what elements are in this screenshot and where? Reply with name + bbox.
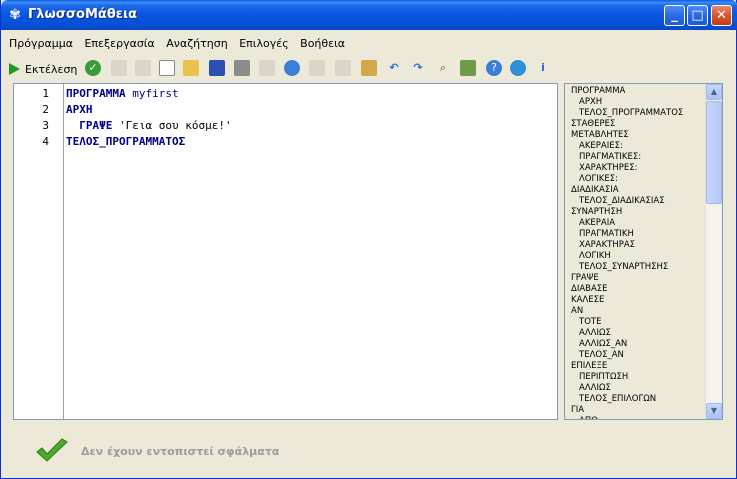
maximize-button[interactable]: □ — [687, 5, 708, 26]
keyword-item[interactable]: ΑΝ — [571, 306, 709, 317]
print-icon[interactable] — [234, 60, 250, 76]
blank-icon[interactable] — [111, 60, 127, 76]
app-gear-icon: ✾ — [9, 7, 21, 23]
keyword-item[interactable]: ΤΕΛΟΣ_ΔΙΑΔΙΚΑΣΙΑΣ — [571, 196, 709, 207]
keyword-item[interactable]: ΔΙΑΔΙΚΑΣΙΑ — [571, 185, 709, 196]
keyword-item[interactable]: ΓΙΑ — [571, 405, 709, 416]
blank-icon[interactable] — [309, 60, 325, 76]
blank-icon[interactable] — [335, 60, 351, 76]
window-title: ΓλωσσοΜάθεια — [28, 7, 138, 22]
globe-icon[interactable] — [510, 60, 526, 76]
code-keyword: ΓΡΑΨΕ — [66, 119, 113, 132]
keyword-item[interactable]: ΑΛΛΙΩΣ — [571, 383, 709, 394]
keyword-item[interactable]: ΤΕΛΟΣ_ΠΡΟΓΡΑΜΜΑΤΟΣ — [571, 108, 709, 119]
run-label: Εκτέλεση — [25, 62, 78, 76]
keyword-item[interactable]: ΓΡΑΨΕ — [571, 273, 709, 284]
keyword-item[interactable]: ΤΕΛΟΣ_ΕΠΙΛΟΓΩΝ — [571, 394, 709, 405]
keyword-item[interactable]: ΑΚΕΡΑΙΕΣ: — [571, 141, 709, 152]
blank-icon[interactable] — [259, 60, 275, 76]
open-folder-icon[interactable] — [183, 60, 199, 76]
play-icon — [9, 63, 20, 75]
success-check-icon — [36, 438, 68, 462]
code-editor[interactable]: 1 2 3 4 ΠΡΟΓΡΑΜΜΑ myfirst ΑΡΧΗ ΓΡΑΨΕ 'Γε… — [13, 83, 558, 420]
code-text: myfirst — [125, 87, 179, 100]
keyword-item[interactable]: ΠΡΑΓΜΑΤΙΚΗ — [571, 229, 709, 240]
code-string: 'Γεια σου κόσμε!' — [112, 119, 232, 132]
menu-program[interactable]: Πρόγραμμα — [5, 33, 77, 50]
scroll-thumb[interactable] — [706, 101, 722, 204]
keyword-item[interactable]: ΤΕΛΟΣ_ΑΝ — [571, 350, 709, 361]
keyword-scrollbar[interactable]: ▲ ▼ — [705, 84, 722, 419]
run-button[interactable]: Εκτέλεση — [9, 60, 77, 78]
save-icon[interactable] — [209, 60, 225, 76]
info-icon[interactable]: i — [535, 60, 551, 76]
menu-bar: Πρόγραμμα Επεξεργασία Αναζήτηση Επιλογές… — [5, 33, 349, 53]
find-icon[interactable]: ⌕ — [435, 60, 451, 76]
close-button[interactable]: ✕ — [711, 5, 732, 26]
menu-search[interactable]: Αναζήτηση — [162, 33, 231, 50]
title-bar[interactable]: ✾ ΓλωσσοΜάθεια _ □ ✕ — [1, 0, 737, 30]
close-icon: ✕ — [716, 8, 727, 23]
menu-options[interactable]: Επιλογές — [235, 33, 292, 50]
keyword-item[interactable]: ΤΟΤΕ — [571, 317, 709, 328]
undo-icon[interactable]: ↶ — [386, 60, 402, 76]
minimize-icon: _ — [671, 8, 678, 23]
code-line[interactable]: ΑΡΧΗ — [66, 103, 93, 116]
keyword-item[interactable]: ΜΕΤΑΒΛΗΤΕΣ — [571, 130, 709, 141]
paste-icon[interactable] — [361, 60, 377, 76]
status-message: Δεν έχουν εντοπιστεί σφάλματα — [81, 444, 280, 458]
scroll-up-button[interactable]: ▲ — [706, 84, 722, 100]
keyword-item[interactable]: ΛΟΓΙΚΕΣ: — [571, 174, 709, 185]
scroll-down-button[interactable]: ▼ — [706, 403, 722, 419]
keyword-item[interactable]: ΧΑΡΑΚΤΗΡΑΣ — [571, 240, 709, 251]
keyword-item[interactable]: ΑΛΛΙΩΣ_ΑΝ — [571, 339, 709, 350]
code-line[interactable]: ΤΕΛΟΣ_ΠΡΟΓΡΑΜΜΑΤΟΣ — [66, 135, 185, 148]
help-icon[interactable]: ? — [486, 60, 502, 76]
keyword-item[interactable]: ΑΠΟ — [571, 416, 709, 419]
code-keyword: ΤΕΛΟΣ_ΠΡΟΓΡΑΜΜΑΤΟΣ — [66, 135, 186, 148]
check-icon[interactable]: ✓ — [85, 60, 101, 76]
blank-icon[interactable] — [135, 60, 151, 76]
line-number: 4 — [42, 135, 49, 148]
keyword-item[interactable]: ΑΡΧΗ — [571, 97, 709, 108]
keyword-item[interactable]: ΕΠΙΛΕΞΕ — [571, 361, 709, 372]
menu-help[interactable]: Βοήθεια — [296, 33, 349, 50]
code-line[interactable]: ΓΡΑΨΕ 'Γεια σου κόσμε!' — [66, 119, 232, 132]
line-number-gutter: 1 2 3 4 — [14, 84, 64, 419]
minimize-button[interactable]: _ — [664, 5, 685, 26]
code-area[interactable]: ΠΡΟΓΡΑΜΜΑ myfirst ΑΡΧΗ ΓΡΑΨΕ 'Γεια σου κ… — [66, 84, 557, 419]
line-number: 3 — [42, 119, 49, 132]
status-bar: Δεν έχουν εντοπιστεί σφάλματα — [35, 438, 279, 464]
menu-edit[interactable]: Επεξεργασία — [80, 33, 158, 50]
code-line[interactable]: ΠΡΟΓΡΑΜΜΑ myfirst — [66, 87, 179, 100]
keyword-item[interactable]: ΣΥΝΑΡΤΗΣΗ — [571, 207, 709, 218]
keyword-item[interactable]: ΤΕΛΟΣ_ΣΥΝΑΡΤΗΣΗΣ — [571, 262, 709, 273]
keyword-item[interactable]: ΑΛΛΙΩΣ — [571, 328, 709, 339]
maximize-icon: □ — [691, 8, 704, 23]
code-keyword: ΑΡΧΗ — [66, 103, 93, 116]
keyword-item[interactable]: ΠΕΡΙΠΤΩΣΗ — [571, 372, 709, 383]
keyword-item[interactable]: ΚΑΛΕΣΕ — [571, 295, 709, 306]
new-file-icon[interactable] — [159, 60, 175, 76]
replace-icon[interactable] — [460, 60, 476, 76]
keyword-item[interactable]: ΛΟΓΙΚΗ — [571, 251, 709, 262]
keyword-item[interactable]: ΣΤΑΘΕΡΕΣ — [571, 119, 709, 130]
keyword-list: ΠΡΟΓΡΑΜΜΑ ΑΡΧΗ ΤΕΛΟΣ_ΠΡΟΓΡΑΜΜΑΤΟΣ ΣΤΑΘΕΡΕΣ Μ… — [571, 86, 709, 419]
toolbar: Εκτέλεση ✓ ↶ ↷ ⌕ ? i — [5, 57, 731, 81]
keyword-item[interactable]: ΠΡΟΓΡΑΜΜΑ — [571, 86, 709, 97]
keyword-panel[interactable]: ΠΡΟΓΡΑΜΜΑ ΑΡΧΗ ΤΕΛΟΣ_ΠΡΟΓΡΑΜΜΑΤΟΣ ΣΤΑΘΕΡΕΣ Μ… — [564, 83, 723, 420]
web-icon[interactable] — [284, 60, 300, 76]
keyword-item[interactable]: ΑΚΕΡΑΙΑ — [571, 218, 709, 229]
app-window: ✾ ΓλωσσοΜάθεια _ □ ✕ Πρόγραμμα Επεξεργασ… — [0, 0, 737, 479]
keyword-item[interactable]: ΠΡΑΓΜΑΤΙΚΕΣ: — [571, 152, 709, 163]
redo-icon[interactable]: ↷ — [410, 60, 426, 76]
keyword-item[interactable]: ΧΑΡΑΚΤΗΡΕΣ: — [571, 163, 709, 174]
line-number: 1 — [42, 87, 49, 100]
code-keyword: ΠΡΟΓΡΑΜΜΑ — [66, 87, 126, 100]
line-number: 2 — [42, 103, 49, 116]
keyword-item[interactable]: ΔΙΑΒΑΣΕ — [571, 284, 709, 295]
